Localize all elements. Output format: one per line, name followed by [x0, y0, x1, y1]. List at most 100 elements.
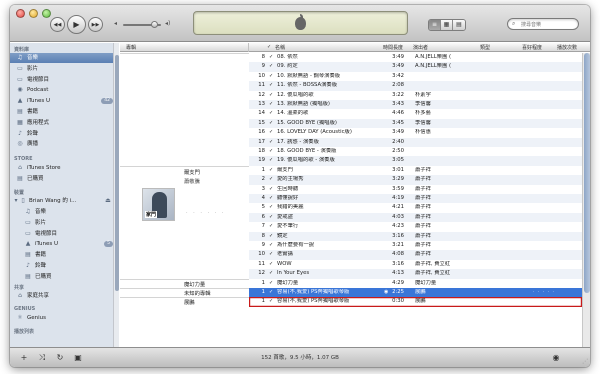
track-row[interactable]: 11 ✓ WOW 3:16 蕭子祥, 費立紅 — [249, 260, 582, 269]
sidebar-item-tv[interactable]: ▭ 電視節目 — [10, 229, 117, 239]
volume-slider[interactable]: ◂ ◂) — [114, 20, 172, 28]
track-row[interactable]: 4 ✓ 聽懂說好 4:19 蕭子祥 — [249, 194, 582, 204]
track-row[interactable]: 10 ✓ 10. 默默無語 - 鋼琴演奏版 3:42 — [249, 72, 582, 81]
checkbox-icon[interactable]: ✓ — [269, 110, 273, 117]
checkbox-icon[interactable]: ✓ — [269, 270, 273, 277]
column-header-time[interactable]: 時間長度 — [383, 44, 403, 51]
sidebar-item-music-note[interactable]: ♫ 音樂 — [10, 207, 117, 217]
play-pause-button[interactable]: ▶ — [67, 15, 86, 34]
column-header-rating[interactable]: 喜好程度 — [522, 44, 542, 51]
sidebar-item-purchased[interactable]: ▤ 已購買 — [10, 272, 117, 282]
track-row[interactable]: 12 ✓ 12. 傻瓜唱的歌 3:22 朴素宇 — [249, 91, 582, 100]
sidebar-item-graduation-cap[interactable]: ▲ iTunes U 42 — [10, 96, 117, 106]
checkbox-icon[interactable]: ✓ — [269, 195, 273, 202]
rating-stars[interactable]: · · · · · — [533, 289, 555, 296]
track-row[interactable]: 9 ✓ 09. 約定 3:49 A.N.JELL樂團 (張根... — [249, 62, 582, 72]
column-header-genre[interactable]: 類型 — [480, 44, 490, 51]
next-track-button[interactable]: ▶▶ — [88, 17, 103, 32]
resize-grip-icon[interactable]: ⋰ — [582, 358, 588, 365]
track-row[interactable]: 9 ✓ 為什麼要有一說 3:21 蕭子祥 — [249, 241, 582, 250]
track-row[interactable]: 1 ✓ 爾支門 3:01 蕭子祥 — [249, 166, 582, 175]
minimize-window-button[interactable] — [29, 9, 38, 18]
sidebar-item-apps[interactable]: ▦ 應用程式 — [10, 118, 117, 128]
sidebar-scrollbar[interactable] — [113, 43, 119, 347]
sidebar-item-music-note[interactable]: ♫ 音樂 — [10, 53, 117, 63]
sidebar-item-store[interactable]: ⌂ iTunes Store — [10, 163, 117, 173]
column-header-plays[interactable]: 播放次數 — [557, 44, 577, 51]
album-cover-art[interactable]: 家門 — [142, 188, 175, 221]
checkbox-icon[interactable]: ✓ — [269, 214, 273, 221]
checkbox-icon[interactable]: ✓ — [269, 223, 273, 230]
checkbox-icon[interactable]: ✓ — [269, 251, 273, 258]
track-row[interactable]: 12 ✓ In Your Eyes 4:13 蕭子祥, 費立紅 — [249, 269, 582, 279]
zoom-window-button[interactable] — [42, 9, 51, 18]
checkbox-icon[interactable]: ✓ — [269, 186, 273, 193]
checkbox-icon[interactable]: ✓ — [269, 101, 273, 108]
column-header-album[interactable]: 專輯 — [126, 44, 136, 51]
checkbox-icon[interactable]: ✓ — [269, 120, 273, 127]
checkbox-icon[interactable]: ✓ — [269, 54, 273, 61]
view-mode-selector[interactable]: ≡ ▦ ▤ — [428, 19, 466, 31]
search-field[interactable]: ⌕ — [507, 18, 579, 30]
track-row[interactable]: 16 ✓ 16. LOVELY DAY (Acoustic版) 3:49 朴信惠 — [249, 128, 582, 137]
track-list-scroll-thumb[interactable] — [584, 53, 590, 293]
sidebar-item-graduation-cap[interactable]: ▲ iTunes U 5 — [10, 239, 117, 249]
track-row[interactable]: 5 ✓ 我錯的美麗 4:21 蕭子祥 — [249, 203, 582, 212]
sidebar-item-radio[interactable]: ◎ 廣播 — [10, 139, 117, 149]
track-row[interactable]: 1 ✓ 魔幻力量 4:29 魔幻力量 — [249, 279, 582, 288]
checkbox-icon[interactable]: ✓ — [269, 204, 273, 211]
checkbox-icon[interactable]: ✓ — [269, 261, 273, 268]
checkbox-icon[interactable]: ✓ — [269, 167, 273, 174]
track-row[interactable]: 7 ✓ 愛不筆行 4:23 蕭子祥 — [249, 222, 582, 231]
search-input[interactable] — [521, 20, 576, 29]
grid-view-button[interactable]: ▤ — [453, 20, 465, 30]
album-rating-dots[interactable]: · · · · · · — [186, 210, 225, 216]
track-row[interactable]: 1 ✓ 容易(不,我爱) PS奔獨唱歌琴版 2:25 展鵬 · · · · · ◉ — [249, 288, 582, 298]
track-row[interactable]: 14 ✓ 14. 溫柔的歌 4:46 朴多藝 — [249, 109, 582, 118]
checkbox-icon[interactable]: ✓ — [269, 280, 273, 287]
sidebar-item-genius[interactable]: ⚛ Genius — [10, 313, 117, 323]
track-row[interactable]: 15 ✓ 15. GOOD BYE (獨唱版) 3:45 李信馨 — [249, 118, 582, 129]
track-row[interactable]: 2 ✓ 愛的主場秀 3:29 蕭子祥 — [249, 175, 582, 185]
column-header-artist[interactable]: 演出者 — [413, 44, 428, 51]
checkbox-icon[interactable]: ✓ — [269, 157, 273, 164]
checkbox-icon[interactable]: ✓ — [269, 82, 273, 89]
checkbox-icon[interactable]: ✓ — [269, 73, 273, 80]
track-row[interactable]: 6 ✓ 愛戒盜 4:03 蕭子祥 — [249, 212, 582, 223]
sidebar-item-podcast[interactable]: ◉ Podcast — [10, 85, 117, 95]
volume-knob[interactable] — [151, 21, 158, 28]
track-row[interactable]: 8 ✓ 08. 依然 3:49 A.N.JELL樂團 (張根... — [249, 53, 582, 62]
list-view-button[interactable]: ≡ — [429, 20, 441, 30]
album-view-button[interactable]: ▦ — [441, 20, 453, 30]
checkbox-icon[interactable]: ✓ — [269, 242, 273, 249]
sidebar-scroll-thumb[interactable] — [115, 55, 119, 291]
checkbox-icon[interactable]: ✓ — [269, 233, 273, 240]
track-row[interactable]: 18 ✓ 18. GOOD BYE - 演奏版 2:50 — [249, 147, 582, 156]
browser-toggle-button[interactable]: ◉ — [550, 352, 562, 363]
sidebar-item-book[interactable]: ▤ 書籍 — [10, 250, 117, 260]
checkbox-icon[interactable]: ✓ — [269, 129, 273, 136]
sidebar-item-home[interactable]: ⌂ 家庭共享 — [10, 291, 117, 301]
previous-track-button[interactable]: ◀◀ — [50, 17, 65, 32]
sidebar-item-tv[interactable]: ▭ 電視節目 — [10, 75, 117, 85]
sidebar-item-film[interactable]: ▭ 影片 — [10, 64, 117, 74]
checkbox-icon[interactable]: ✓ — [269, 176, 273, 183]
track-row[interactable]: 10 ✓ 老實講 4:08 蕭子祥 — [249, 250, 582, 260]
track-row[interactable]: 11 ✓ 11. 依然 - BOSSA演奏版 2:08 — [249, 81, 582, 91]
column-header-name[interactable]: 名稱 — [275, 44, 285, 51]
sidebar-item-device[interactable]: ▾ ▯ Brian Wang 的 i... ⏏ — [10, 196, 117, 206]
sidebar-item-film[interactable]: ▭ 影片 — [10, 218, 117, 228]
track-row[interactable]: 13 ✓ 13. 默默無語 (獨唱版) 3:43 李信馨 — [249, 100, 582, 110]
checkmark-column-icon[interactable]: ✓ — [267, 44, 271, 50]
track-row[interactable]: 19 ✓ 19. 傻瓜唱的歌 - 演奏版 3:05 — [249, 156, 582, 166]
track-row[interactable]: 8 ✓ 鏡定 3:16 蕭子祥 — [249, 231, 582, 241]
checkbox-icon[interactable]: ✓ — [269, 92, 273, 99]
track-list-scrollbar[interactable] — [582, 53, 590, 347]
checkbox-icon[interactable]: ✓ — [269, 289, 273, 296]
sidebar-item-purchased[interactable]: ▤ 已購買 — [10, 174, 117, 184]
checkbox-icon[interactable]: ✓ — [269, 298, 273, 305]
track-row[interactable]: 1 ✓ 容易(不,我爱) PS奔獨唱歌琴版 0:30 展鵬 — [249, 297, 582, 306]
checkbox-icon[interactable]: ✓ — [269, 63, 273, 70]
sidebar-item-bell[interactable]: ♪ 鈴聲 — [10, 129, 117, 139]
track-row[interactable]: 17 ✓ 17. 誘惑 - 演奏版 2:40 — [249, 137, 582, 147]
